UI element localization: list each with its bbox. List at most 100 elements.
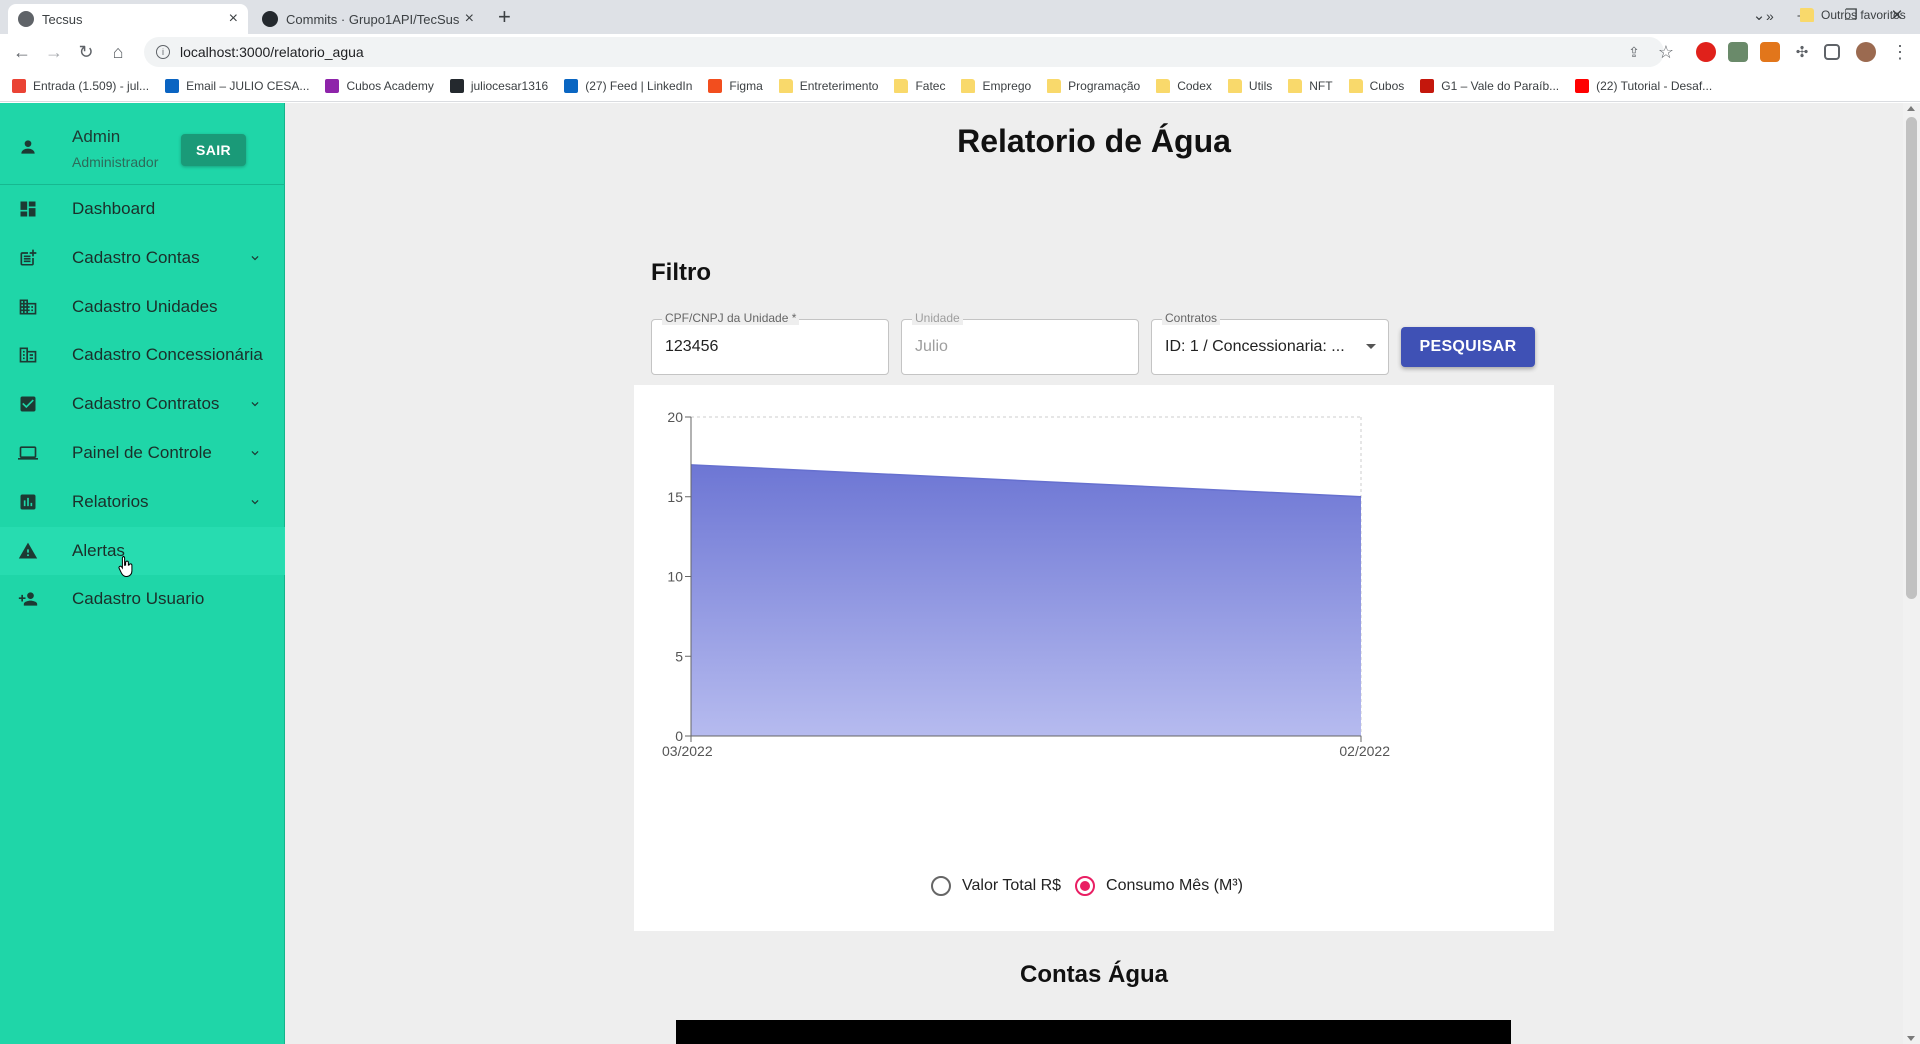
x-tick-label: 03/2022	[662, 743, 713, 759]
bookmark-item[interactable]: NFT	[1288, 78, 1333, 93]
linkedin-icon	[564, 78, 579, 93]
folder-icon	[1047, 78, 1062, 93]
sidebar-item-alertas[interactable]: Alertas	[0, 526, 285, 575]
bookmark-item[interactable]: Email – JULIO CESA...	[165, 78, 309, 93]
chart-card: 0 5 10 15 20 03/2022 02/2022 Valor Total R$ Co…	[634, 385, 1554, 931]
sidebar-item-cadastro-unidades[interactable]: Cadastro Unidades	[0, 283, 285, 331]
star-icon[interactable]: ☆	[1654, 40, 1678, 64]
extension-icon[interactable]	[1728, 42, 1748, 62]
bookmark-label: juliocesar1316	[470, 78, 549, 93]
profile-avatar[interactable]	[1856, 42, 1876, 62]
github-icon	[449, 78, 464, 93]
bookmark-item[interactable]: Utils	[1227, 78, 1272, 93]
cpf-field[interactable]: CPF/CNPJ da Unidade * 123456	[651, 311, 889, 375]
radio-valor[interactable]	[931, 876, 952, 896]
bookmark-item[interactable]: juliocesar1316	[449, 78, 549, 93]
bookmark-item[interactable]: Codex	[1156, 78, 1212, 93]
other-bookmarks[interactable]: Outros favoritos	[1800, 8, 1906, 22]
metric-radio-group: Valor Total R$ Consumo Mês (M³)	[634, 876, 1554, 896]
radio-consumo[interactable]	[1075, 876, 1096, 896]
scroll-thumb[interactable]	[1906, 117, 1917, 599]
bookmark-item[interactable]: (27) Feed | LinkedIn	[564, 78, 692, 93]
outlook-icon	[165, 78, 180, 93]
menu-icon[interactable]: ⋮	[1888, 40, 1912, 64]
y-tick-label: 10	[667, 569, 683, 585]
sidebar-item-label: Cadastro Contratos	[72, 394, 220, 414]
close-icon[interactable]: ×	[465, 10, 474, 28]
sidebar-item-label: Dashboard	[72, 199, 156, 218]
forward-icon[interactable]: →	[42, 40, 66, 64]
other-bookmarks-label: Outros favoritos	[1821, 8, 1906, 22]
back-icon[interactable]: ←	[10, 40, 34, 64]
metamask-icon[interactable]	[1760, 42, 1780, 62]
hand-cursor-icon	[118, 556, 133, 577]
address-bar[interactable]: i localhost:3000/relatorio_agua	[144, 37, 1664, 67]
sidebar-item-cadastro-contas[interactable]: Cadastro Contas	[0, 234, 285, 282]
radio-option-valor[interactable]: Valor Total R$	[931, 876, 1061, 896]
bills-table-header	[676, 1020, 1511, 1044]
contracts-value: ID: 1 / Concessionaria: ...	[1165, 338, 1345, 355]
close-icon[interactable]: ×	[229, 10, 238, 28]
youtube-icon	[1575, 78, 1590, 93]
opera-icon[interactable]	[1696, 42, 1716, 62]
x-tick-label: 02/2022	[1339, 743, 1390, 759]
page-title: Relatorio de Água	[957, 123, 1231, 159]
browser-tab-commits[interactable]: Commits · Grupo1API/TecSus ×	[252, 4, 484, 34]
sidebar-item-label: Cadastro Concessionária	[72, 345, 263, 365]
bookmark-item[interactable]: Figma	[708, 78, 763, 93]
bookmark-label: Entrada (1.509) - jul...	[33, 78, 150, 93]
radio-option-consumo[interactable]: Consumo Mês (M³)	[1075, 876, 1243, 896]
sidebar-item-label: Cadastro Unidades	[72, 296, 218, 316]
sidebar-item-dashboard[interactable]: Dashboard	[0, 185, 285, 233]
side-panel-icon[interactable]	[1824, 44, 1840, 60]
cubos-icon	[325, 78, 340, 93]
radio-valor-label: Valor Total R$	[962, 877, 1062, 894]
bookmark-label: Fatec	[915, 78, 946, 93]
bookmark-label: Emprego	[982, 78, 1032, 93]
bookmark-item[interactable]: Entrada (1.509) - jul...	[12, 78, 150, 93]
bookmark-item[interactable]: (22) Tutorial - Desaf...	[1575, 78, 1712, 93]
new-tab-button[interactable]: +	[498, 4, 511, 30]
scroll-up-icon[interactable]	[1907, 106, 1915, 111]
sidebar-item-cadastro-contratos[interactable]: Cadastro Contratos	[0, 380, 285, 428]
search-button[interactable]: PESQUISAR	[1401, 327, 1535, 367]
bookmark-item[interactable]: Fatec	[894, 78, 946, 93]
sidebar-item-cadastro-usuario[interactable]: Cadastro Usuario	[0, 575, 285, 623]
bookmark-item[interactable]: Emprego	[961, 78, 1032, 93]
bookmark-item[interactable]: Entreterimento	[778, 78, 878, 93]
bookmark-item[interactable]: Programação	[1047, 78, 1141, 93]
scroll-down-icon[interactable]	[1907, 1036, 1915, 1041]
more-bookmarks-icon[interactable]: »	[1766, 8, 1774, 24]
sidebar-item-painel-de-controle[interactable]: Painel de Controle	[0, 429, 285, 477]
tab-search-icon[interactable]: ⌄	[1736, 0, 1782, 30]
contracts-select[interactable]: Contratos ID: 1 / Concessionaria: ...	[1151, 311, 1389, 375]
chevron-down-icon[interactable]	[248, 251, 262, 265]
sidebar-item-relatorios[interactable]: Relatorios	[0, 478, 285, 526]
browser-tab-tecsus[interactable]: Tecsus ×	[8, 4, 248, 34]
unit-value: Julio	[915, 338, 948, 355]
bookmark-item[interactable]: Cubos	[1348, 78, 1404, 93]
info-icon[interactable]: i	[156, 45, 170, 59]
consumption-chart: 0 5 10 15 20 03/2022 02/2022	[662, 409, 1390, 759]
folder-icon	[894, 78, 909, 93]
folder-icon	[1156, 78, 1171, 93]
home-icon[interactable]: ⌂	[106, 40, 130, 64]
dashboard-icon	[20, 201, 36, 217]
logout-button[interactable]: SAIR	[181, 134, 246, 166]
puzzle-icon[interactable]: ✣	[1790, 40, 1814, 64]
chevron-down-icon[interactable]	[248, 397, 262, 411]
reload-icon[interactable]: ↻	[74, 40, 98, 64]
bookmark-label: Programação	[1068, 78, 1141, 93]
bookmark-label: G1 – Vale do Paraíb...	[1441, 78, 1560, 93]
dropdown-arrow-icon[interactable]	[1366, 344, 1376, 349]
chevron-down-icon[interactable]	[248, 495, 262, 509]
sidebar-item-cadastro-concession-ria[interactable]: Cadastro Concessionária	[0, 331, 285, 379]
user-block: Admin Administrador SAIR	[0, 103, 285, 185]
sidebar-item-label: Alertas	[72, 540, 125, 560]
chevron-down-icon[interactable]	[248, 446, 262, 460]
page-scrollbar[interactable]	[1903, 103, 1920, 1044]
share-icon[interactable]: ⇪	[1622, 40, 1646, 64]
github-icon	[262, 11, 278, 27]
bookmark-item[interactable]: Cubos Academy	[325, 78, 434, 93]
bookmark-item[interactable]: G1 – Vale do Paraíb...	[1420, 78, 1560, 93]
